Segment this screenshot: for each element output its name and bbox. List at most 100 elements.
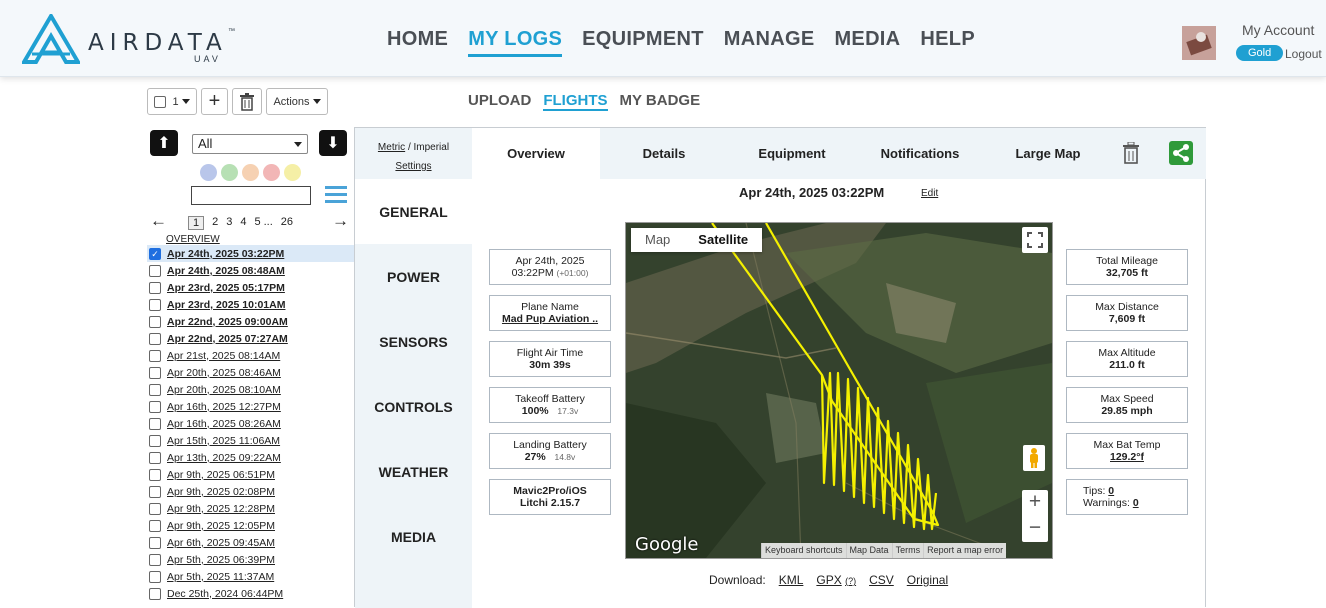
section-power[interactable]: POWER: [355, 244, 472, 309]
flight-checkbox[interactable]: ✓: [149, 247, 161, 260]
download-original[interactable]: Original: [907, 573, 948, 587]
flight-link[interactable]: Apr 13th, 2025 09:22AM: [167, 452, 281, 464]
flight-checkbox[interactable]: [149, 383, 161, 396]
flight-checkbox[interactable]: [149, 315, 161, 328]
flight-row[interactable]: Apr 9th, 2025 12:28PM: [147, 500, 355, 517]
flight-checkbox[interactable]: [149, 451, 161, 464]
tab-details[interactable]: Details: [600, 128, 728, 179]
arrow-left-icon[interactable]: ←: [150, 211, 167, 231]
page-link[interactable]: 5: [255, 216, 261, 230]
my-account-link[interactable]: My Account: [1242, 22, 1314, 38]
flight-checkbox[interactable]: [149, 298, 161, 311]
flight-row[interactable]: Apr 16th, 2025 08:26AM: [147, 415, 355, 432]
fullscreen-button[interactable]: [1022, 227, 1048, 253]
flight-row[interactable]: Apr 20th, 2025 08:46AM: [147, 364, 355, 381]
airdata-logo[interactable]: AIRDATA ™ UAV: [22, 14, 252, 66]
scroll-down-button[interactable]: ⬇: [319, 130, 347, 156]
nav-my-logs[interactable]: MY LOGS: [468, 28, 563, 57]
flight-checkbox[interactable]: [149, 502, 161, 515]
page-link[interactable]: 4: [240, 216, 246, 230]
filter-select[interactable]: All: [192, 134, 308, 154]
logout-link[interactable]: Logout: [1285, 47, 1322, 61]
flight-link[interactable]: Apr 5th, 2025 06:39PM: [167, 554, 275, 566]
tab-overview[interactable]: Overview: [472, 128, 600, 179]
hamburger-menu-icon[interactable]: [325, 186, 347, 204]
avatar[interactable]: [1182, 26, 1216, 60]
flight-link[interactable]: Apr 9th, 2025 12:05PM: [167, 520, 275, 532]
flight-link[interactable]: Apr 9th, 2025 12:28PM: [167, 503, 275, 515]
flight-link[interactable]: Apr 21st, 2025 08:14AM: [167, 350, 280, 362]
select-all-checkbox[interactable]: [154, 95, 167, 108]
flight-row[interactable]: Apr 16th, 2025 12:27PM: [147, 398, 355, 415]
nav-manage[interactable]: MANAGE: [724, 28, 815, 57]
flight-row[interactable]: Apr 21st, 2025 08:14AM: [147, 347, 355, 364]
flight-row[interactable]: Apr 15th, 2025 11:06AM: [147, 432, 355, 449]
edit-date-link[interactable]: Edit: [921, 188, 938, 199]
zoom-out-button[interactable]: −: [1022, 516, 1048, 542]
section-sensors[interactable]: SENSORS: [355, 309, 472, 374]
flight-row[interactable]: Apr 5th, 2025 06:39PM: [147, 551, 355, 568]
flight-checkbox[interactable]: [149, 570, 161, 583]
tab-large-map[interactable]: Large Map: [984, 128, 1112, 179]
scroll-up-button[interactable]: ⬆: [150, 130, 178, 156]
nav-media[interactable]: MEDIA: [834, 28, 900, 57]
terms-link[interactable]: Terms: [891, 543, 924, 558]
warnings-link[interactable]: 0: [1133, 497, 1139, 509]
flight-link[interactable]: Apr 20th, 2025 08:46AM: [167, 367, 281, 379]
flight-row[interactable]: ✓ Apr 24th, 2025 03:22PM: [147, 245, 355, 262]
flight-map[interactable]: Map Satellite + − Google Keyboard shortc…: [626, 223, 1052, 558]
flight-link[interactable]: Dec 25th, 2024 06:44PM: [167, 588, 283, 600]
flight-row[interactable]: Apr 23rd, 2025 05:17PM: [147, 279, 355, 296]
select-dropdown[interactable]: 1: [147, 88, 197, 115]
flight-checkbox[interactable]: [149, 485, 161, 498]
plane-name-link[interactable]: Mad Pup Aviation ..: [493, 313, 607, 325]
flight-link[interactable]: Apr 15th, 2025 11:06AM: [167, 435, 280, 447]
metric-link[interactable]: Metric: [378, 142, 405, 153]
flight-link[interactable]: Apr 16th, 2025 08:26AM: [167, 418, 281, 430]
delete-flight-icon[interactable]: [1122, 142, 1140, 164]
flight-row[interactable]: Apr 24th, 2025 08:48AM: [147, 262, 355, 279]
download-csv[interactable]: CSV: [869, 573, 894, 587]
tab-equipment[interactable]: Equipment: [728, 128, 856, 179]
flight-checkbox[interactable]: [149, 536, 161, 549]
section-controls[interactable]: CONTROLS: [355, 374, 472, 439]
flight-link[interactable]: Apr 20th, 2025 08:10AM: [167, 384, 281, 396]
add-button[interactable]: +: [201, 88, 228, 115]
flight-row[interactable]: Apr 9th, 2025 06:51PM: [147, 466, 355, 483]
gpx-help-link[interactable]: (?): [845, 576, 856, 586]
color-dot[interactable]: [200, 164, 217, 181]
download-gpx[interactable]: GPX: [816, 573, 841, 587]
section-media[interactable]: MEDIA: [355, 504, 472, 569]
flight-checkbox[interactable]: [149, 587, 161, 600]
color-dot[interactable]: [242, 164, 259, 181]
flight-link[interactable]: Apr 24th, 2025 03:22PM: [167, 248, 284, 260]
color-dot[interactable]: [221, 164, 238, 181]
map-data-link[interactable]: Map Data: [845, 543, 892, 558]
flight-row[interactable]: Apr 5th, 2025 11:37AM: [147, 568, 355, 585]
flight-link[interactable]: Apr 9th, 2025 02:08PM: [167, 486, 275, 498]
nav-equipment[interactable]: EQUIPMENT: [582, 28, 704, 57]
flight-checkbox[interactable]: [149, 519, 161, 532]
flight-link[interactable]: Apr 22nd, 2025 07:27AM: [167, 333, 288, 345]
search-input[interactable]: [191, 186, 311, 205]
zoom-in-button[interactable]: +: [1022, 490, 1048, 516]
flight-checkbox[interactable]: [149, 434, 161, 447]
subnav-upload[interactable]: UPLOAD: [468, 92, 531, 111]
flight-link[interactable]: Apr 24th, 2025 08:48AM: [167, 265, 285, 277]
flight-link[interactable]: Apr 9th, 2025 06:51PM: [167, 469, 275, 481]
flight-checkbox[interactable]: [149, 349, 161, 362]
flight-checkbox[interactable]: [149, 553, 161, 566]
section-weather[interactable]: WEATHER: [355, 439, 472, 504]
report-error-link[interactable]: Report a map error: [923, 543, 1006, 558]
section-general[interactable]: GENERAL: [355, 179, 472, 244]
arrow-right-icon[interactable]: →: [332, 211, 349, 231]
flight-row[interactable]: Apr 13th, 2025 09:22AM: [147, 449, 355, 466]
flight-link[interactable]: Apr 23rd, 2025 10:01AM: [167, 299, 285, 311]
flight-row[interactable]: Dec 25th, 2024 06:44PM: [147, 585, 355, 602]
page-link[interactable]: 3: [226, 216, 232, 230]
keyboard-shortcuts-link[interactable]: Keyboard shortcuts: [761, 543, 846, 558]
page-link[interactable]: 26: [281, 216, 293, 230]
flight-row[interactable]: Apr 20th, 2025 08:10AM: [147, 381, 355, 398]
flight-link[interactable]: Apr 23rd, 2025 05:17PM: [167, 282, 285, 294]
flight-link[interactable]: Apr 5th, 2025 11:37AM: [167, 571, 274, 583]
